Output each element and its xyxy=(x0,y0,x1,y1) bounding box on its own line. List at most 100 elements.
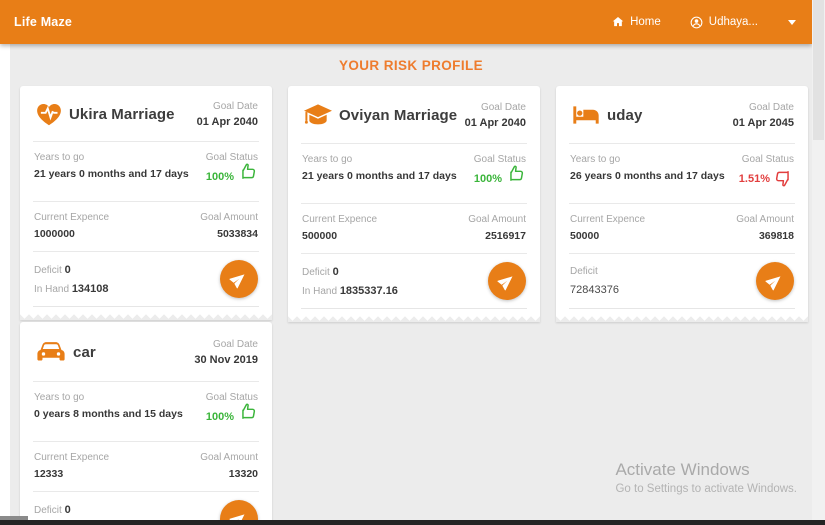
send-icon xyxy=(229,270,248,289)
vertical-scrollbar[interactable] xyxy=(812,0,825,520)
deficit-label: Deficit xyxy=(34,264,62,276)
deficit-label: Deficit xyxy=(570,266,598,277)
card-zigzag-edge xyxy=(20,314,272,320)
home-icon xyxy=(611,15,625,29)
goal-name: uday xyxy=(607,106,643,124)
thumbs-up-icon xyxy=(237,161,258,187)
header-nav: Home Udhaya... xyxy=(611,15,796,30)
current-expence-label: Current Expence xyxy=(34,212,110,223)
goal-date-label: Goal Date xyxy=(212,100,258,112)
in-hand-value: 1835337.16 xyxy=(339,284,398,297)
thumbs-up-icon xyxy=(237,401,258,427)
deficit-label: Deficit xyxy=(34,504,62,516)
current-expence-value: 1000000 xyxy=(34,228,75,240)
card-zigzag-edge xyxy=(288,316,540,322)
deficit-value: 72843376 xyxy=(570,284,619,296)
current-expence-value: 50000 xyxy=(570,230,600,242)
card-zigzag-edge xyxy=(556,316,808,322)
deficit-line: Deficit 0 xyxy=(34,264,109,276)
chevron-down-icon[interactable] xyxy=(788,19,796,25)
main-content: YOUR RISK PROFILE Ukira Marriage Goal Da… xyxy=(10,44,812,520)
deficit-value: 0 xyxy=(332,265,339,278)
send-icon xyxy=(765,272,784,291)
goal-date-label: Goal Date xyxy=(480,101,526,113)
current-expence-label: Current Expence xyxy=(34,452,110,463)
current-expence-value: 500000 xyxy=(302,230,338,242)
in-hand-label: In Hand xyxy=(34,283,70,295)
goal-amount-value: 5033834 xyxy=(217,228,258,240)
activate-windows-watermark: Activate Windows Go to Settings to activ… xyxy=(615,460,797,495)
thumbs-down-icon xyxy=(773,168,794,194)
goal-name: Oviyan Marriage xyxy=(339,106,458,124)
brand-title: Life Maze xyxy=(14,15,73,29)
nav-user-label: Udhaya... xyxy=(708,16,758,28)
goal-date-value: 01 Apr 2040 xyxy=(464,116,526,129)
goal-date-label: Goal Date xyxy=(748,101,794,113)
taskbar-edge xyxy=(0,520,825,525)
goal-status-percent: 100% xyxy=(205,411,234,423)
goal-amount-value: 369818 xyxy=(758,230,794,242)
goal-date-label: Goal Date xyxy=(212,338,258,350)
nav-home-label: Home xyxy=(630,16,661,28)
graduation-cap-icon xyxy=(302,99,334,131)
deficit-value: 0 xyxy=(64,263,71,276)
goal-date-value: 01 Apr 2040 xyxy=(196,115,258,128)
watermark-line2: Go to Settings to activate Windows. xyxy=(615,483,797,495)
nav-home[interactable]: Home xyxy=(611,15,661,29)
goal-card: Oviyan Marriage Goal Date 01 Apr 2040 Ye… xyxy=(288,86,540,322)
years-to-go-value: 0 years 8 months and 15 days xyxy=(34,408,183,420)
goal-name: Ukira Marriage xyxy=(69,105,175,123)
cards-grid: Ukira Marriage Goal Date 01 Apr 2040 Yea… xyxy=(10,86,812,520)
car-icon xyxy=(34,335,68,369)
deficit-line: Deficit 72843376 xyxy=(570,266,619,296)
goal-name: car xyxy=(73,343,96,361)
years-to-go-label: Years to go xyxy=(302,154,353,165)
current-expence-value: 12333 xyxy=(34,468,64,480)
goal-navigate-button[interactable] xyxy=(756,262,794,300)
page-title: YOUR RISK PROFILE xyxy=(338,58,484,73)
goal-status-percent: 100% xyxy=(473,173,502,185)
goal-amount-value: 13320 xyxy=(228,468,258,480)
watermark-line1: Activate Windows xyxy=(615,460,750,479)
in-hand-line: In Hand 1835337.16 xyxy=(302,285,398,297)
years-to-go-value: 21 years 0 months and 17 days xyxy=(302,170,457,182)
goal-navigate-button[interactable] xyxy=(488,262,526,300)
deficit-label: Deficit xyxy=(302,266,330,278)
goal-amount-value: 2516917 xyxy=(485,230,526,242)
in-hand-line: In Hand 134108 xyxy=(34,283,109,295)
goal-card: car Goal Date 30 Nov 2019 Years to go 0 … xyxy=(20,322,272,520)
goal-status-label: Goal Status xyxy=(741,154,794,165)
current-expence-label: Current Expence xyxy=(302,214,378,225)
goal-date-value: 01 Apr 2045 xyxy=(732,116,794,129)
goal-navigate-button[interactable] xyxy=(220,260,258,298)
send-icon xyxy=(229,510,248,520)
goal-amount-label: Goal Amount xyxy=(736,214,794,225)
user-icon xyxy=(689,15,704,30)
current-expence-label: Current Expence xyxy=(570,214,646,225)
years-to-go-value: 21 years 0 months and 17 days xyxy=(34,168,189,180)
years-to-go-label: Years to go xyxy=(34,152,85,163)
in-hand-value: 134108 xyxy=(71,282,109,295)
goal-status-percent: 1.51% xyxy=(738,173,770,185)
bed-icon xyxy=(570,99,602,131)
years-to-go-label: Years to go xyxy=(34,392,85,403)
thumbs-up-icon xyxy=(505,163,526,189)
nav-user-menu[interactable]: Udhaya... xyxy=(689,15,758,30)
deficit-line: Deficit 0 xyxy=(302,266,398,278)
app-header: Life Maze Home Udhaya... xyxy=(0,0,812,44)
years-to-go-value: 26 years 0 months and 17 days xyxy=(570,170,725,182)
goal-amount-label: Goal Amount xyxy=(200,452,258,463)
goal-date-value: 30 Nov 2019 xyxy=(194,353,258,366)
vertical-scrollbar-thumb[interactable] xyxy=(813,0,824,140)
goal-card: Ukira Marriage Goal Date 01 Apr 2040 Yea… xyxy=(20,86,272,320)
years-to-go-label: Years to go xyxy=(570,154,621,165)
deficit-value: 0 xyxy=(64,503,71,516)
goal-amount-label: Goal Amount xyxy=(200,212,258,223)
goal-card: uday Goal Date 01 Apr 2045 Years to go 2… xyxy=(556,86,808,322)
heartbeat-icon xyxy=(34,99,64,129)
send-icon xyxy=(497,272,516,291)
goal-amount-label: Goal Amount xyxy=(468,214,526,225)
deficit-line: Deficit 0 xyxy=(34,504,115,516)
goal-navigate-button[interactable] xyxy=(220,500,258,520)
in-hand-label: In Hand xyxy=(302,285,338,297)
